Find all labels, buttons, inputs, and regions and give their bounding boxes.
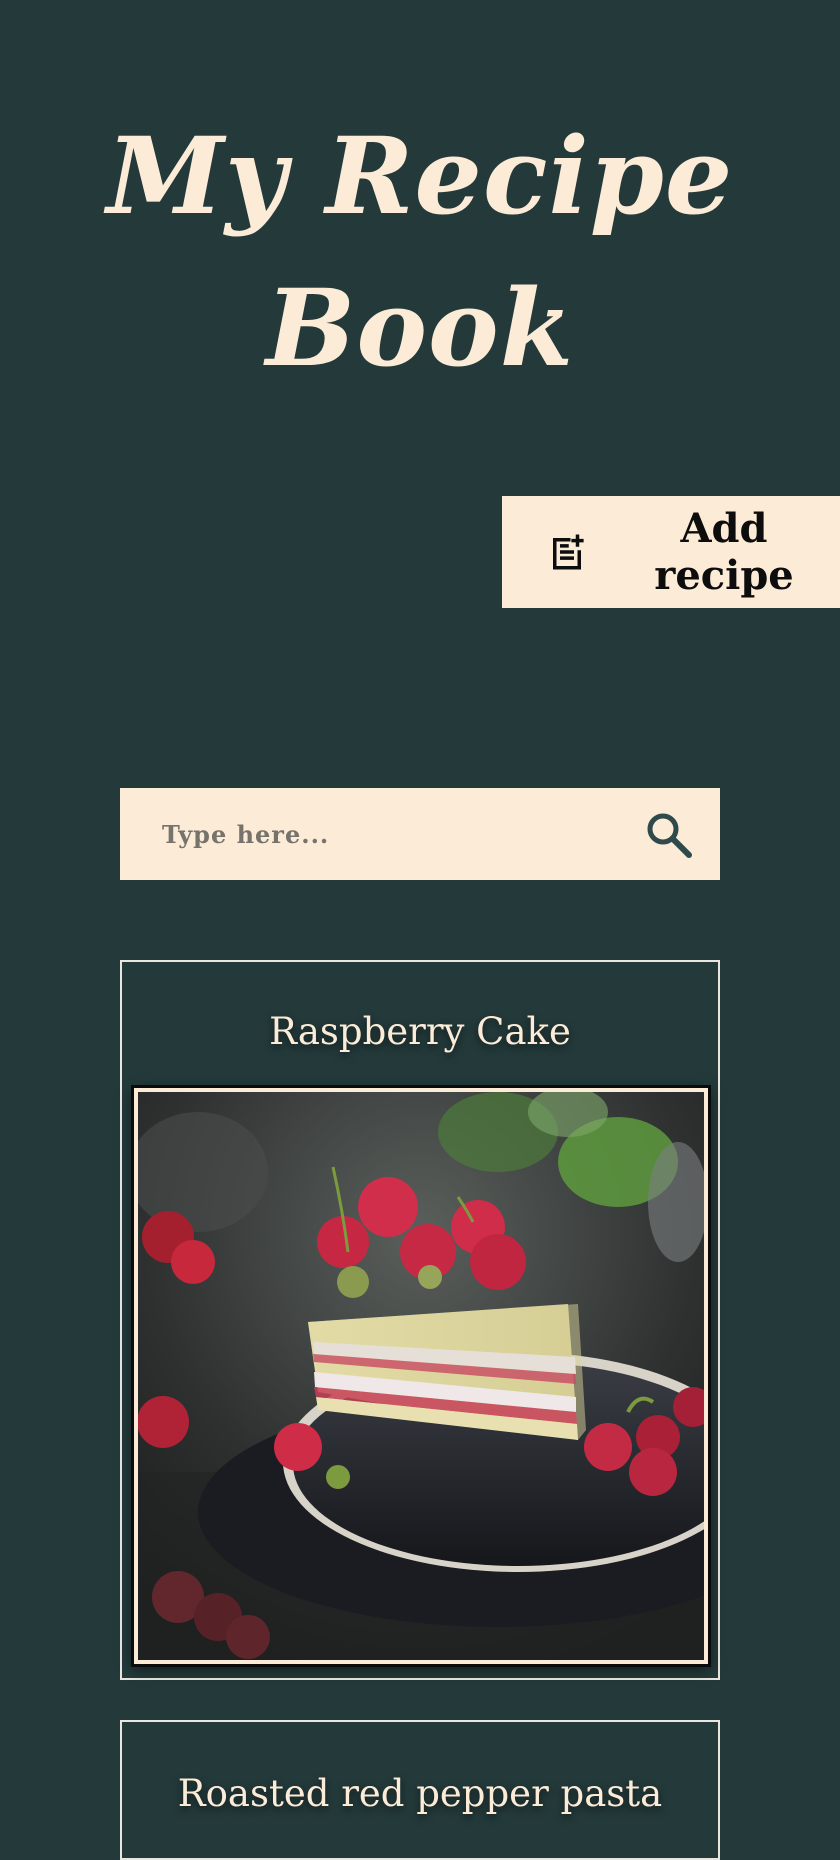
search-bar	[120, 788, 720, 880]
recipe-image[interactable]	[134, 1088, 708, 1664]
page-title: My Recipe Book	[106, 113, 734, 390]
recipe-card[interactable]: Raspberry Cake	[120, 960, 720, 1680]
search-icon[interactable]	[644, 810, 694, 860]
recipe-title[interactable]: Roasted red pepper pasta	[122, 1772, 718, 1815]
add-recipe-button[interactable]: Add recipe	[502, 496, 840, 608]
note-add-icon	[546, 531, 588, 573]
add-recipe-label: Add recipe	[654, 505, 794, 599]
search-input[interactable]	[160, 818, 604, 850]
recipe-card[interactable]: Roasted red pepper pasta	[120, 1720, 720, 1860]
recipe-title[interactable]: Raspberry Cake	[122, 1010, 718, 1053]
